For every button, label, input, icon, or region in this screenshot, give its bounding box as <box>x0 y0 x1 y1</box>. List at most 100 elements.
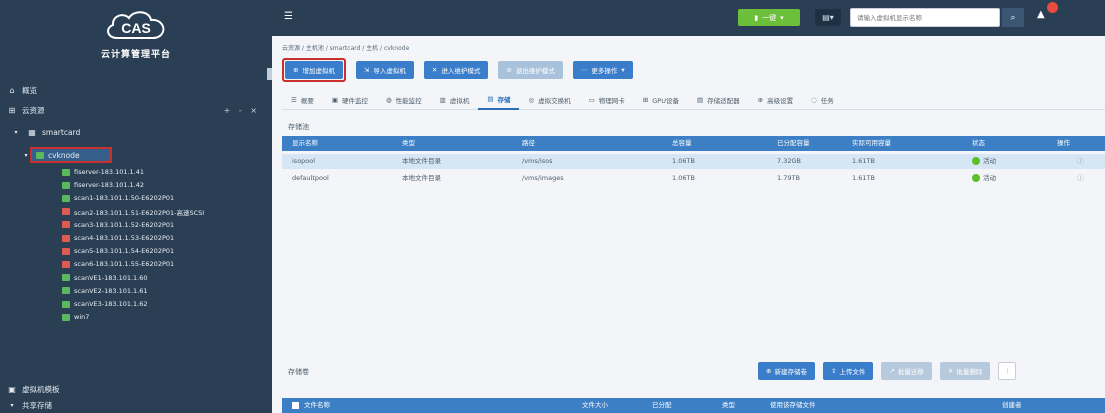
vm-tree-item[interactable]: fiserver-183.101.1.41 <box>0 166 272 178</box>
tab[interactable]: ☰ 概要 <box>282 90 323 110</box>
tab[interactable]: ▭ 物理网卡 <box>580 90 634 110</box>
tab-icon: ⊕ <box>757 96 764 104</box>
user-icon[interactable]: ▲ <box>1037 9 1045 20</box>
action-button[interactable]: ⇲ 导入虚拟机 <box>355 61 414 79</box>
vm-tree-item[interactable]: scan5-183.101.1.54-E6202P01 <box>0 245 272 257</box>
action-label: 更多操作 <box>591 67 618 75</box>
column-header: 类型 <box>722 401 735 409</box>
action-button[interactable]: ⊘ 退出维护模式 <box>498 61 563 79</box>
vm-tree-label: scan1-183.101.1.50-E6202P01 <box>74 194 175 203</box>
vm-tree-item[interactable]: scan1-183.101.1.50-E6202P01 <box>0 192 272 204</box>
action-label: 导入虚拟机 <box>373 67 406 75</box>
tab-icon: ▭ <box>588 96 595 104</box>
brand-logo: CAS 云计算管理平台 <box>0 0 272 70</box>
brand-subtitle: 云计算管理平台 <box>100 50 171 60</box>
column-header: 实际可用容量 <box>852 139 891 147</box>
tree-tools[interactable]: + - × <box>224 106 260 115</box>
action-label: 进入维护模式 <box>441 67 481 75</box>
vm-search-input[interactable] <box>850 8 1000 27</box>
vm-tree-item[interactable]: scan2-183.101.1.51-E6202P01-高速SCSI <box>0 206 272 218</box>
tab[interactable]: ⊕ 高级设置 <box>749 90 802 110</box>
vm-template-label: 虚拟机模板 <box>22 384 60 394</box>
button-label: 批量删除 <box>956 368 983 376</box>
tab[interactable]: ▤ 存储适配器 <box>688 90 749 110</box>
home-icon: ⌂ <box>9 85 15 95</box>
notification-badge[interactable] <box>1047 2 1058 13</box>
action-button[interactable]: ✕ 进入维护模式 <box>423 61 489 79</box>
quick-action-label: 一键 <box>762 13 777 22</box>
host-pool-label: smartcard <box>42 127 81 137</box>
select-all-checkbox[interactable] <box>292 402 299 409</box>
vm-tree-item[interactable]: win7 <box>0 311 272 323</box>
main-content: 云资源 / 主机池 / smartcard / 主机 / cvknode ⊕ 增加… <box>272 36 1105 413</box>
table-cell: isopool <box>292 157 316 165</box>
chevron-down-icon: ▾ <box>780 13 784 22</box>
storage-volume-button[interactable]: ⇪ 上传文件 <box>822 362 874 380</box>
vm-tree-item[interactable]: scan6-183.101.1.55-E6202P01 <box>0 258 272 270</box>
vm-tree-item[interactable]: scan3-183.101.1.52-E6202P01 <box>0 219 272 231</box>
status-active-icon <box>972 157 980 165</box>
action-icon: ✕ <box>431 66 438 74</box>
vm-tree-item[interactable]: scan4-183.101.1.53-E6202P01 <box>0 232 272 244</box>
vm-tree-label: scan5-183.101.1.54-E6202P01 <box>74 247 175 256</box>
add-vm-highlight[interactable]: ⊕ 增加虚拟机 <box>282 58 346 82</box>
table-row[interactable]: defaultpool 本地文件目录/vms/images 1.06TB 1.79TB… <box>282 171 1105 186</box>
nav-cloud-resources[interactable]: ⊞ 云资源 + - × <box>0 102 272 118</box>
status-cell: 活动 <box>972 154 996 169</box>
tab[interactable]: ▥ 虚拟机 <box>431 90 479 110</box>
vm-status-icon <box>62 221 70 229</box>
menu-icon[interactable]: ☰ <box>284 11 293 22</box>
tab[interactable]: ▣ 硬件监控 <box>323 90 377 110</box>
action-button[interactable]: ⋯ 更多操作 ▾ <box>572 61 633 79</box>
more-icon[interactable]: ⋮ <box>998 362 1017 380</box>
tab-label: 性能监控 <box>395 97 422 105</box>
vm-status-icon <box>62 247 70 255</box>
storage-volume-button[interactable]: ⊕ 新建存储卷 <box>758 362 815 380</box>
chevron-down-icon: ▾ <box>621 66 625 74</box>
info-icon[interactable]: ⓘ <box>1077 171 1084 186</box>
table-row[interactable]: isopool 本地文件目录/vms/isos 1.06TB 7.32GB 1.61TB… <box>282 154 1105 169</box>
status-cell: 活动 <box>972 171 996 186</box>
tab-label: 硬件监控 <box>341 97 368 105</box>
tree-host-pool[interactable]: ▾ ▦ smartcard <box>0 124 272 140</box>
storage-pool-title: 存储池 <box>288 123 309 131</box>
quick-action-button[interactable]: ▮ 一键 ▾ <box>738 9 800 26</box>
action-bar: ⊕ 增加虚拟机 ⇲ 导入虚拟机 ✕ 进入维护模式 ⊘ 退出维护模式 ⋯ 更多操作 ▾ <box>282 58 633 82</box>
action-button[interactable]: ⊕ 增加虚拟机 <box>285 61 343 79</box>
vm-tree-label: scan3-183.101.1.52-E6202P01 <box>74 220 175 229</box>
storage-volume-button[interactable]: ✕ 批量删除 <box>939 362 991 380</box>
column-header: 已分配 <box>652 401 672 409</box>
tab[interactable]: ▤ 存储 <box>478 90 520 110</box>
table-cell: 本地文件目录 <box>402 174 441 182</box>
vm-status-icon <box>62 313 70 321</box>
tab-icon: ▥ <box>439 96 446 104</box>
table-cell: 7.32GB <box>777 157 801 165</box>
view-toggle-button[interactable]: ▤▾ <box>815 9 841 26</box>
vm-status-icon <box>62 181 70 189</box>
tab[interactable]: ◎ 虚拟交换机 <box>519 90 579 110</box>
vm-tree-item[interactable]: fiserver-183.101.1.42 <box>0 179 272 191</box>
tab-label: GPU设备 <box>652 97 679 105</box>
table-cell: /vms/isos <box>522 157 553 165</box>
quick-action-icon: ▮ <box>754 13 759 22</box>
vm-status-icon <box>62 287 70 295</box>
nav-shared-storage[interactable]: ▾ 共享存储 <box>0 397 272 413</box>
vm-tree-item[interactable]: scanVE2-183.101.1.61 <box>0 285 272 297</box>
tab-label: 概要 <box>300 97 314 105</box>
tab[interactable]: ◌ 任务 <box>802 90 843 110</box>
nav-vm-template[interactable]: ▣ 虚拟机模板 <box>0 381 272 397</box>
button-label: 新建存储卷 <box>774 368 807 376</box>
tab[interactable]: ◍ 性能监控 <box>377 90 431 110</box>
vm-tree-item[interactable]: scanVE3-183.101.1.62 <box>0 298 272 310</box>
action-icon: ⊕ <box>293 66 299 74</box>
search-icon[interactable]: ⌕ <box>1002 8 1024 27</box>
nav-overview[interactable]: ⌂ 概览 <box>0 82 272 98</box>
vm-tree-label: scanVE2-183.101.1.61 <box>74 286 148 295</box>
breadcrumb[interactable]: 云资源 / 主机池 / smartcard / 主机 / cvknode <box>282 43 409 52</box>
vm-tree-item[interactable]: scanVE1-183.101.1.60 <box>0 272 272 284</box>
tab[interactable]: ⊞ GPU设备 <box>634 90 688 110</box>
storage-volume-button[interactable]: ↗ 批量迁移 <box>881 362 932 380</box>
tree-host-cvknode[interactable]: ▾ cvknode <box>0 147 272 163</box>
info-icon[interactable]: ⓘ <box>1077 154 1084 169</box>
host-pool-icon: ▦ <box>28 127 36 137</box>
